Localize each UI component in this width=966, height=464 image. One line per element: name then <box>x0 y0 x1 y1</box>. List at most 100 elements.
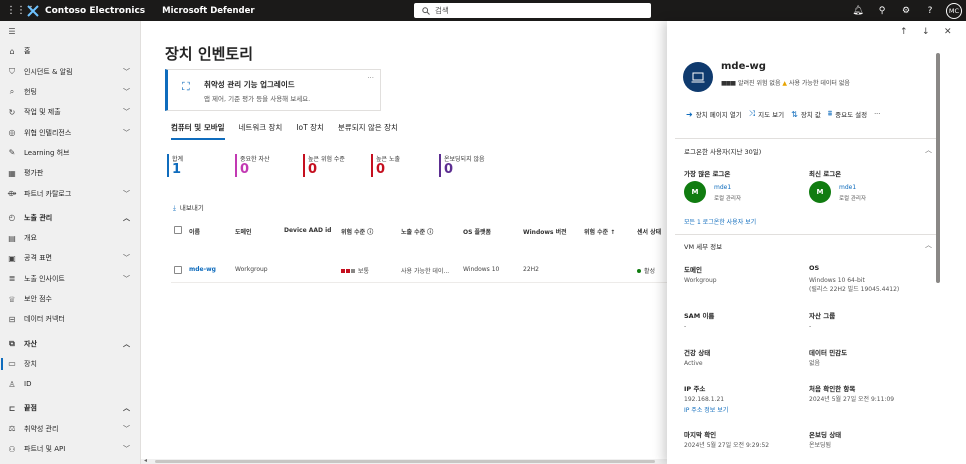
logon-section-header[interactable]: 로그온한 사용자(지난 30일) <box>684 146 761 156</box>
sidebar-item[interactable]: ≣ 노출 인사이트 ﹀ <box>0 269 140 289</box>
sidebar-item[interactable]: ⌕ 헌팅 ﹀ <box>0 82 140 102</box>
view-map-button[interactable]: ⤨ 지도 보기 <box>749 109 784 119</box>
sidebar-item[interactable]: ▭ 장치 <box>0 354 140 374</box>
column-header[interactable]: 이름 <box>189 227 200 236</box>
select-all-checkbox[interactable] <box>174 226 182 234</box>
column-header[interactable]: 위험 수준 ⓘ <box>341 227 373 236</box>
more-actions-button[interactable]: ··· <box>874 109 880 119</box>
brand-name[interactable]: Contoso Electronics <box>45 6 145 16</box>
column-header[interactable]: 도메인 <box>235 227 252 236</box>
device-value-button[interactable]: ⇅ 장치 값 <box>791 109 821 120</box>
scroll-thumb[interactable] <box>936 53 940 283</box>
stat-critical-assets[interactable]: 중요한 자산 0 <box>235 154 289 177</box>
sidebar-item[interactable]: ♙ ID <box>0 374 140 394</box>
sidebar-item-label: 데이터 커넥터 <box>24 315 65 324</box>
help-icon[interactable]: ? <box>918 6 942 16</box>
banner-subtitle: 앱 제어, 기준 평가 등을 사용해 보세요. <box>204 95 311 103</box>
sidebar-item[interactable]: ▣ 공격 표면 ﹀ <box>0 248 140 268</box>
tab-computers-mobile[interactable]: 컴퓨터 및 모바일 <box>171 122 225 140</box>
scroll-thumb[interactable] <box>155 460 655 463</box>
sidebar-item[interactable]: ◎ 위협 인텔리전스 ﹀ <box>0 122 140 142</box>
open-device-page-button[interactable]: ➜ 장치 페이지 열기 <box>686 109 742 120</box>
community-icon[interactable]: ⚲ <box>870 6 894 16</box>
sidebar-item[interactable]: ↻ 작업 및 제출 ﹀ <box>0 102 140 122</box>
chevron-down-icon[interactable]: ﹀ <box>123 253 130 263</box>
chevron-down-icon[interactable]: ︿ <box>123 403 130 413</box>
close-icon[interactable]: ✕ <box>944 27 952 37</box>
sidebar-item[interactable]: ⛉ 인시던트 & 알림 ﹀ <box>0 62 140 82</box>
user-name-link[interactable]: mde1 <box>714 184 731 191</box>
chevron-down-icon[interactable]: ﹀ <box>123 67 130 77</box>
column-header[interactable]: 센서 상태 <box>637 227 661 236</box>
view-all-users-link[interactable]: 모든 1 로그온한 사용자 보기 <box>684 217 756 226</box>
sidebar-item[interactable]: ⌂ 홈 <box>0 41 140 61</box>
table-row[interactable]: mde-wg Workgroup 보통 사용 가능한 데이... Windows… <box>171 263 671 283</box>
sidebar-item[interactable]: ▤ 개요 <box>0 228 140 248</box>
sidebar-item[interactable]: ⧉ 자산 ︿ <box>0 333 140 353</box>
sidebar-item[interactable]: ⊏ 끝점 ︿ <box>0 398 140 418</box>
table-header: 이름 도메인 Device AAD id 위험 수준 ⓘ 노출 수준 ⓘ OS … <box>171 224 671 240</box>
panel-scrollbar[interactable] <box>936 51 940 461</box>
api-icon: ⚇ <box>8 444 16 454</box>
chevron-down-icon[interactable]: ︿ <box>123 213 130 223</box>
ip-info-link[interactable]: IP 주소 정보 보기 <box>684 405 728 414</box>
sidebar-item[interactable]: ✎ Learning 허브 <box>0 143 140 163</box>
device-icon <box>683 62 713 92</box>
chevron-up-icon[interactable]: ︿ <box>925 240 932 250</box>
sidebar-item[interactable]: ♕ 보안 점수 <box>0 289 140 309</box>
horizontal-scrollbar[interactable]: ◂ <box>141 457 671 464</box>
home-icon: ⌂ <box>9 46 15 56</box>
tab-network-devices[interactable]: 네트워크 장치 <box>239 122 283 140</box>
product-name[interactable]: Microsoft Defender <box>162 6 254 16</box>
tab-uncategorized-devices[interactable]: 분류되지 않은 장치 <box>338 122 398 140</box>
stat-high-risk[interactable]: 높은 위험 수준 0 <box>303 154 357 177</box>
stat-high-exposure[interactable]: 높은 노출 0 <box>371 154 425 177</box>
set-criticality-button[interactable]: ⩩ 중요도 설정 <box>828 109 867 119</box>
sidebar-item[interactable]: ⚇ 파트너 및 API ﹀ <box>0 439 140 459</box>
column-header[interactable]: Windows 버전 <box>523 227 567 236</box>
banner-more-button[interactable]: ··· <box>367 74 374 82</box>
chevron-down-icon[interactable]: ﹀ <box>123 128 130 138</box>
settings-gear-icon[interactable]: ⚙ <box>894 6 918 16</box>
user-name-link[interactable]: mde1 <box>839 184 856 191</box>
sidebar-item[interactable]: ▦ 평가판 <box>0 163 140 183</box>
notifications-icon[interactable]: 🔔︎ <box>846 6 870 16</box>
sidebar-item-label: 파트너 카탈로그 <box>24 189 72 198</box>
chevron-down-icon[interactable]: ︿ <box>123 339 130 349</box>
chevron-down-icon[interactable]: ﹀ <box>123 107 130 117</box>
sidebar-item[interactable]: ⊟ 데이터 커넥터 <box>0 309 140 329</box>
column-header[interactable]: OS 플랫폼 <box>463 227 491 236</box>
chevron-down-icon[interactable]: ﹀ <box>123 87 130 97</box>
vm-details-header[interactable]: VM 세부 정보 <box>684 241 722 251</box>
sidebar-item[interactable]: ⟴ 파트너 카탈로그 ﹀ <box>0 183 140 203</box>
previous-item-icon[interactable]: ↑ <box>900 27 908 37</box>
stat-not-onboarded[interactable]: 온보딩되지 않음 0 <box>439 154 493 177</box>
user-avatar[interactable]: MC <box>946 2 962 19</box>
device-name-link[interactable]: mde-wg <box>189 266 216 273</box>
chevron-down-icon[interactable]: ﹀ <box>123 424 130 434</box>
last-seen-value: 2024년 5월 27일 오전 9:29:52 <box>684 442 770 449</box>
stat-total[interactable]: 합계 1 <box>167 154 221 177</box>
row-checkbox[interactable] <box>174 266 182 274</box>
sidebar-item[interactable]: ⚖ 취약성 관리 ﹀ <box>0 419 140 439</box>
upgrade-banner[interactable]: ⛶ 취약성 관리 기능 업그레이드 앱 제어, 기준 평가 등을 사용해 보세요… <box>165 69 381 111</box>
sidebar-item[interactable]: ◴ 노출 관리 ︿ <box>0 208 140 228</box>
export-button[interactable]: ⤓ 내보내기 <box>173 202 204 213</box>
column-header[interactable]: 위험 수준 ↑ <box>584 227 615 236</box>
chevron-down-icon[interactable]: ﹀ <box>123 444 130 454</box>
next-item-icon[interactable]: ↓ <box>922 27 930 37</box>
search-box[interactable]: 검색 <box>414 3 651 18</box>
nav-collapse-button[interactable]: ☰ <box>0 21 140 41</box>
map-icon: ⤨ <box>748 109 756 118</box>
tab-iot-devices[interactable]: IoT 장치 <box>296 122 324 140</box>
column-header[interactable]: 노출 수준 ⓘ <box>401 227 433 236</box>
column-header[interactable]: Device AAD id <box>284 227 331 234</box>
chevron-down-icon[interactable]: ﹀ <box>123 274 130 284</box>
chevron-up-icon[interactable]: ︿ <box>925 145 932 155</box>
chevron-down-icon[interactable]: ﹀ <box>123 189 130 199</box>
app-launcher-icon[interactable]: ⋮⋮⋮ <box>6 5 36 16</box>
first-seen-label: 처음 확인한 항목 <box>809 385 856 393</box>
actions-icon: ↻ <box>8 107 16 117</box>
cell-risk: 보통 <box>341 266 369 275</box>
scroll-left-icon[interactable]: ◂ <box>144 457 147 464</box>
